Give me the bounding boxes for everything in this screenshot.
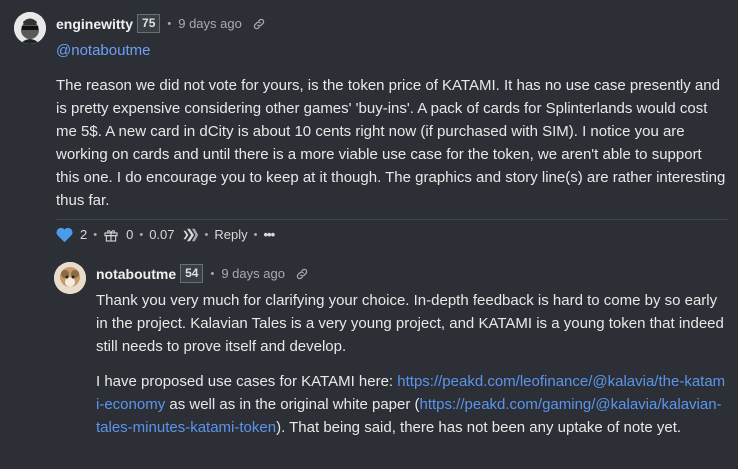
gift-icon[interactable]: [103, 227, 119, 243]
separator-dot: •: [167, 17, 172, 30]
mention-link[interactable]: @notaboutme: [56, 42, 150, 59]
mention-paragraph: @notaboutme: [56, 39, 728, 62]
avatar[interactable]: [54, 262, 86, 294]
link-icon[interactable]: [252, 17, 266, 31]
more-options-button[interactable]: •••: [263, 227, 275, 242]
gift-count[interactable]: 0: [126, 227, 133, 242]
hive-icon[interactable]: [182, 228, 199, 242]
payout-value[interactable]: 0.07: [149, 227, 174, 242]
comment-meta: notaboutme 54 • 9 days ago: [96, 264, 309, 283]
comment-paragraph: I have proposed use cases for KATAMI her…: [96, 370, 728, 439]
paragraph-text: I have proposed use cases for KATAMI her…: [96, 373, 398, 390]
comment-paragraph: The reason we did not vote for yours, is…: [56, 77, 726, 209]
separator-dot: •: [93, 228, 98, 241]
comment-actions: 2 • 0 • 0.07 • Reply • •••: [55, 226, 275, 243]
heart-icon[interactable]: [55, 226, 74, 243]
separator-dot: •: [253, 228, 258, 241]
avatar-image-icon: [54, 262, 86, 294]
like-count[interactable]: 2: [80, 227, 87, 242]
separator-dot: •: [210, 267, 215, 280]
reply-button[interactable]: Reply: [214, 227, 247, 242]
comment-body: @notaboutme The reason we did not vote f…: [56, 39, 728, 224]
avatar[interactable]: [14, 12, 46, 44]
comment-body: Thank you very much for clarifying your …: [96, 289, 728, 451]
reputation-badge: 75: [137, 14, 161, 33]
comment-meta: enginewitty 75 • 9 days ago: [56, 14, 266, 33]
comment-paragraph: Thank you very much for clarifying your …: [96, 292, 724, 355]
username[interactable]: notaboutme: [96, 266, 176, 282]
separator-dot: •: [139, 228, 144, 241]
separator-dot: •: [204, 228, 209, 241]
reputation-badge: 54: [180, 264, 204, 283]
paragraph-text: ). That being said, there has not been a…: [276, 419, 682, 436]
post-age[interactable]: 9 days ago: [221, 266, 285, 281]
username[interactable]: enginewitty: [56, 16, 133, 32]
divider: [56, 219, 728, 220]
post-age[interactable]: 9 days ago: [178, 16, 242, 31]
link-icon[interactable]: [295, 267, 309, 281]
avatar-image-icon: [14, 12, 46, 44]
paragraph-text: as well as in the original white paper (: [165, 396, 420, 413]
